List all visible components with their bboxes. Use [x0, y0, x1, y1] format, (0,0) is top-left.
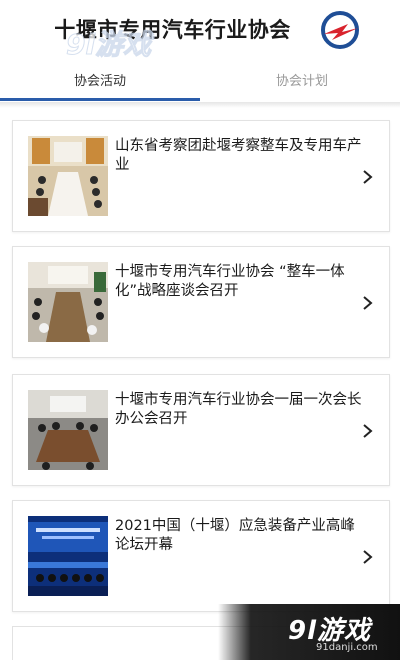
watermark-banner: 9l游戏 91danji.com — [218, 604, 400, 660]
tab-bar: 协会活动 协会计划 — [0, 62, 400, 102]
association-logo-icon — [321, 11, 359, 49]
list-item[interactable]: 十堰市专用汽车行业协会一届一次会长办公会召开 — [12, 374, 390, 486]
article-thumbnail — [28, 262, 108, 342]
article-title: 2021中国（十堰）应急装备产业高峰论坛开幕 — [115, 518, 355, 553]
chevron-right-icon — [363, 424, 373, 438]
article-thumbnail — [28, 390, 108, 470]
list-item[interactable]: 山东省考察团赴堰考察整车及专用车产业 — [12, 120, 390, 232]
chevron-right-icon — [363, 550, 373, 564]
tab-association-plans[interactable]: 协会计划 — [276, 70, 328, 89]
article-title: 十堰市专用汽车行业协会 “整车一体化”战略座谈会召开 — [115, 264, 345, 299]
tab-association-activities[interactable]: 协会活动 — [74, 70, 126, 89]
list-item[interactable]: 2021中国（十堰）应急装备产业高峰论坛开幕 — [12, 500, 390, 612]
watermark-icon: 9l游戏 — [66, 28, 156, 62]
app-header: 十堰市专用汽车行业协会 — [0, 0, 400, 62]
watermark-url: 91danji.com — [316, 642, 378, 653]
list-item[interactable]: 十堰市专用汽车行业协会 “整车一体化”战略座谈会召开 — [12, 246, 390, 358]
chevron-right-icon — [363, 296, 373, 310]
svg-text:9l游戏: 9l游戏 — [66, 28, 155, 61]
chevron-right-icon — [363, 170, 373, 184]
article-title: 山东省考察团赴堰考察整车及专用车产业 — [115, 138, 362, 173]
active-tab-indicator — [0, 98, 200, 101]
article-thumbnail — [28, 136, 108, 216]
article-title: 十堰市专用汽车行业协会一届一次会长办公会召开 — [115, 392, 362, 427]
article-thumbnail — [28, 516, 108, 596]
article-list: 山东省考察团赴堰考察整车及专用车产业 十堰市专用汽车行业协会 “整车一体化”战略… — [0, 108, 400, 660]
